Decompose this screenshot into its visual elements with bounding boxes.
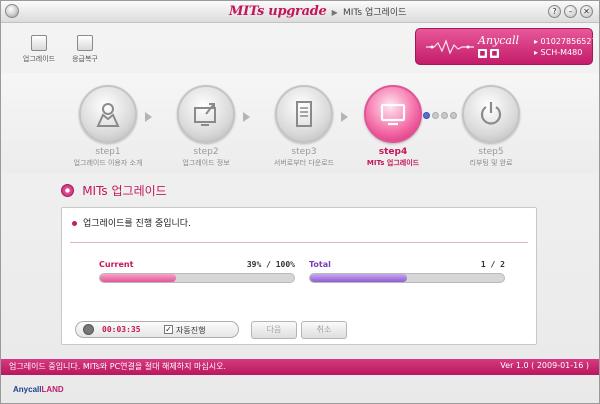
section-bullet-icon (61, 184, 74, 197)
section-header: MITs 업그레이드 (61, 182, 167, 200)
total-progress-fill (310, 274, 407, 282)
step-5-title: step5 (478, 147, 504, 157)
section-title: MITs 업그레이드 (82, 184, 167, 198)
power-icon (480, 102, 502, 125)
step-1-title: step1 (95, 147, 121, 157)
step-2-circle (177, 85, 235, 143)
version-text: Ver 1.0 ( 2009-01-16 ) (500, 361, 589, 370)
title-subtitle: MITs 업그레이드 (343, 8, 407, 18)
minimize-button[interactable]: – (564, 5, 577, 18)
progress-dot-icon (432, 112, 439, 119)
step-4-title: step4 (378, 147, 408, 157)
auto-proceed-label: 자동진행 (176, 326, 206, 335)
toolbar-upgrade-button[interactable]: 업그레이드 (17, 35, 61, 64)
elapsed-time-box: 00:03:35 ✓ 자동진행 (75, 321, 239, 338)
monitor-arrow-icon (194, 103, 216, 126)
elapsed-time: 00:03:35 (102, 325, 141, 334)
step-3-title: step3 (291, 147, 317, 157)
status-warning-text: 업그레이드 중입니다. MITs와 PC연결을 절대 해제하지 마십시오. (9, 362, 227, 371)
server-icon (296, 101, 312, 127)
step-4-desc: MITs 업그레이드 (366, 159, 420, 167)
current-progress-fill (100, 274, 176, 282)
progress-dot-icon (423, 112, 430, 119)
anycall-land-logo: AnycallLAND (13, 385, 64, 394)
step-5: step5 리부팅 및 완료 (441, 85, 541, 168)
total-progress-value: 1 / 2 (480, 260, 505, 269)
device-button-2[interactable]: ■ (490, 49, 499, 58)
panel-divider (70, 242, 528, 243)
device-info-panel: Anycall ■ ■ ▸ 01027856527 ▸ SCH-M480 (415, 28, 597, 65)
help-button[interactable]: ? (548, 5, 561, 18)
device-phone-number: ▸ 01027856527 (534, 37, 597, 46)
clock-icon (83, 324, 94, 335)
toolbar-upgrade-label: 업그레이드 (22, 55, 56, 63)
title-bar[interactable]: MITs upgrade ▶ MITs 업그레이드 ? – ✕ (1, 1, 599, 23)
upgrade-status-text: 업그레이드를 진행 중입니다. (83, 219, 191, 229)
step-1-circle (79, 85, 137, 143)
upgrade-status-message: 업그레이드를 진행 중입니다. (72, 216, 191, 229)
step-4: step4 MITs 업그레이드 (343, 85, 443, 168)
toolbar-recovery-label: 응급복구 (72, 55, 98, 63)
step-4-circle (364, 85, 422, 143)
step-5-circle (462, 85, 520, 143)
current-progress-label: Current (99, 260, 134, 269)
step-3-circle (275, 85, 333, 143)
next-button[interactable]: 다음 (251, 321, 297, 339)
emergency-recovery-icon (77, 35, 93, 51)
step-2-desc: 업그레이드 정보 (182, 159, 230, 167)
step-3-desc: 서버로부터 다운로드 (273, 159, 335, 167)
total-progress: Total 1 / 2 (309, 260, 505, 296)
step-3: step3 서버로부터 다운로드 (254, 85, 354, 168)
toolbar-recovery-button[interactable]: 응급복구 (63, 35, 107, 64)
message-bullet-icon (72, 221, 77, 226)
window-title: MITs upgrade ▶ MITs 업그레이드 (229, 4, 406, 20)
current-progress-track (99, 273, 295, 283)
step-arrow-icon (145, 112, 152, 122)
steps-band: step1 업그레이드 이용자 소개 step2 업그레이드 정보 step3 … (1, 73, 599, 173)
monitor-icon (380, 103, 406, 126)
device-model: ▸ SCH-M480 (534, 48, 583, 57)
step-2: step2 업그레이드 정보 (156, 85, 256, 168)
step-2-title: step2 (193, 147, 219, 157)
auto-proceed-checkbox[interactable]: ✓ (164, 325, 173, 334)
current-progress: Current 39% / 100% (99, 260, 295, 296)
title-brand: MITs upgrade (229, 4, 327, 19)
upgrade-icon (31, 35, 47, 51)
title-separator-icon: ▶ (331, 8, 338, 17)
device-button-1[interactable]: ■ (478, 49, 487, 58)
footer-brand: Anycall (13, 385, 42, 394)
device-brand: Anycall (478, 34, 519, 47)
cancel-button[interactable]: 취소 (301, 321, 347, 339)
step-5-desc: 리부팅 및 완료 (469, 159, 513, 167)
app-window: MITs upgrade ▶ MITs 업그레이드 ? – ✕ 업그레이드 응급… (0, 0, 600, 404)
app-logo-icon (5, 4, 19, 18)
step-arrow-icon (243, 112, 250, 122)
signal-wave-icon (426, 39, 474, 55)
footer-brand-land: LAND (41, 385, 64, 394)
close-button[interactable]: ✕ (580, 5, 593, 18)
user-icon (96, 103, 120, 127)
total-progress-track (309, 273, 505, 283)
current-progress-value: 39% / 100% (246, 260, 295, 269)
total-progress-label: Total (309, 260, 331, 269)
status-bar: 업그레이드 중입니다. MITs와 PC연결을 절대 해제하지 마십시오. Ve… (1, 359, 599, 375)
step-1: step1 업그레이드 이용자 소개 (58, 85, 158, 168)
step-1-desc: 업그레이드 이용자 소개 (73, 159, 143, 167)
